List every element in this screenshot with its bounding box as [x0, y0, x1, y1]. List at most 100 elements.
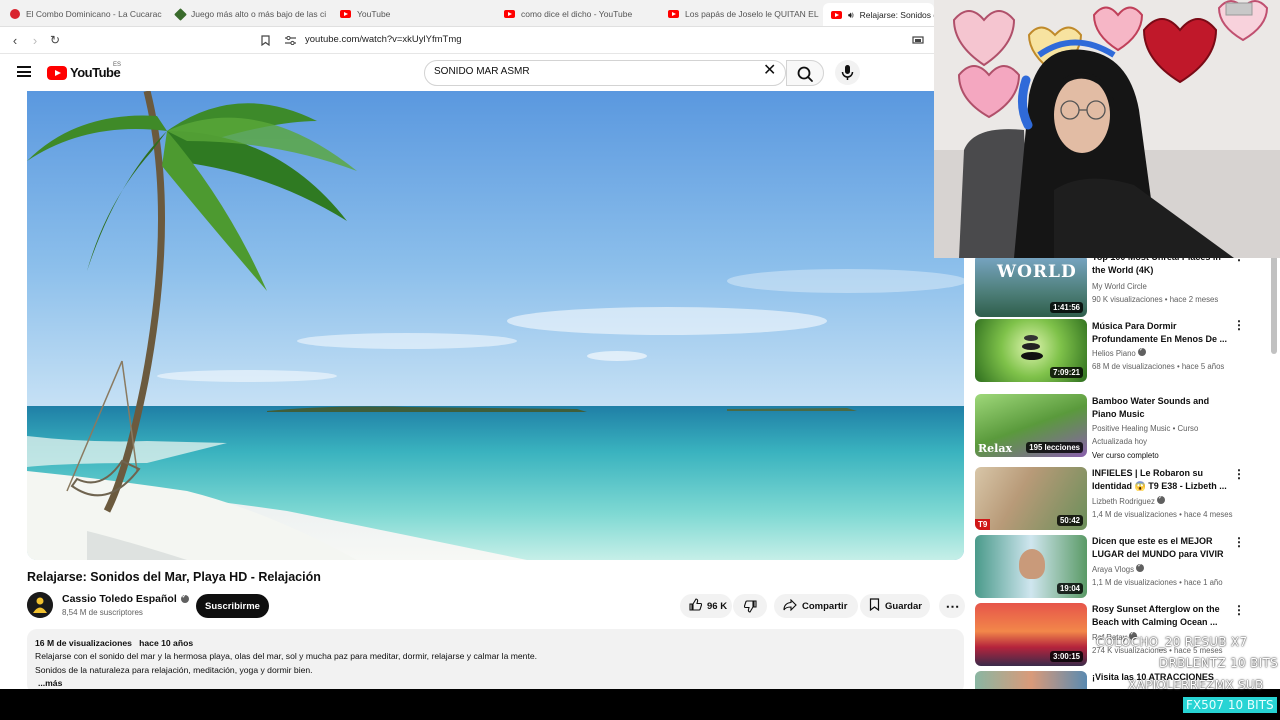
video-thumbnail[interactable]: [975, 671, 1087, 689]
video-duration: 19:04: [1057, 583, 1083, 594]
recommendation-item[interactable]: Relax 195 lecciones Bamboo Water Sounds …: [975, 394, 1255, 460]
thumbs-down-icon: [743, 599, 757, 613]
video-title: Relajarse: Sonidos del Mar, Playa HD - R…: [27, 570, 321, 584]
tab-title: Los papás de Joselo le QUITAN EL DINERO: [685, 9, 820, 19]
channel-avatar[interactable]: [27, 592, 53, 618]
verified-icon: [180, 593, 189, 603]
thumbnail-text: T9: [975, 519, 991, 530]
streamer-webcam-feed: [934, 0, 1280, 258]
video-thumbnail[interactable]: T9 50:42: [975, 467, 1087, 530]
recommendation-channel: Helios Piano: [1092, 346, 1146, 358]
recommendation-meta: Actualizada hoy: [1092, 437, 1148, 446]
recommendation-title: Rosy Sunset Afterglow on the Beach with …: [1092, 604, 1220, 628]
webcam-overlay: [934, 0, 1280, 258]
save-label: Guardar: [885, 600, 922, 612]
video-thumbnail[interactable]: 7:09:21: [975, 319, 1087, 382]
browser-tab-strip: El Combo Dominicano - La Cucaracha Juego…: [0, 0, 934, 27]
save-icon: [869, 598, 880, 614]
cast-icon[interactable]: [908, 31, 928, 49]
tab-title: como dice el dicho - YouTube: [521, 9, 633, 19]
video-player[interactable]: [27, 91, 964, 560]
upload-age: hace 10 años: [139, 638, 194, 648]
stream-event-line: DRBLENTZ 10 BITS: [1159, 656, 1279, 670]
subscriber-count: 8,54 M de suscriptores: [62, 608, 143, 617]
recommendation-item[interactable]: T9 50:42 INFIELES | Le Robaron su Identi…: [975, 467, 1255, 531]
url-field[interactable]: youtube.com/watch?v=xkUylYfmTmg: [305, 34, 462, 45]
search-input[interactable]: [434, 66, 754, 77]
browser-tab-active[interactable]: 🔊︎ Relajarse: Sonidos del Mar: [823, 3, 934, 26]
country-code: ES: [113, 62, 122, 68]
search-button[interactable]: [786, 60, 824, 86]
speaker-icon: 🔊︎: [848, 9, 854, 20]
back-icon[interactable]: ‹: [5, 31, 25, 49]
youtube-icon: [10, 9, 20, 19]
beach-video-frame: [27, 91, 964, 560]
address-bar: ‹ › ↻ youtube.com/watch?v=xkUylYfmTmg: [0, 27, 934, 54]
stream-alert-badge: FX507 10 BITS: [1183, 697, 1277, 713]
stream-bottom-bar: [0, 689, 1280, 720]
view-full-course-link[interactable]: Ver curso completo: [1092, 451, 1159, 460]
browser-tab[interactable]: YouTube: [332, 3, 492, 25]
channel-name-text: Cassio Toledo Español: [62, 593, 177, 605]
forward-icon[interactable]: ›: [25, 31, 45, 49]
thumbs-up-icon: [689, 598, 703, 614]
like-count: 96 K: [707, 600, 728, 612]
video-thumbnail[interactable]: Relax 195 lecciones: [975, 394, 1087, 457]
recommendation-meta: 1,4 M de visualizaciones • hace 4 meses: [1092, 510, 1233, 519]
browser-tab[interactable]: como dice el dicho - YouTube: [496, 3, 656, 25]
browser-tab[interactable]: Los papás de Joselo le QUITAN EL DINERO: [660, 3, 820, 25]
site-info-icon[interactable]: [280, 31, 300, 49]
voice-search-button[interactable]: [835, 60, 860, 85]
tab-title: YouTube: [357, 9, 391, 19]
youtube-header: YouTube ES ✕: [0, 54, 934, 91]
recommendations-list: WORLD 1:41:56 Top 100 Most Unreal Places…: [975, 254, 1255, 689]
recommendation-title: Dicen que este es el MEJOR LUGAR del MUN…: [1092, 536, 1224, 560]
dislike-button[interactable]: [733, 594, 767, 618]
description-line: Sonidos de la naturaleza para relajación…: [35, 664, 313, 675]
menu-icon[interactable]: [17, 66, 31, 77]
bookmark-icon[interactable]: [255, 31, 275, 49]
share-label: Compartir: [802, 600, 848, 612]
youtube-logo[interactable]: YouTube ES: [47, 62, 122, 80]
channel-name[interactable]: Cassio Toledo Español: [62, 593, 189, 605]
recommendation-title: INFIELES | Le Robaron su Identidad 😱 T9 …: [1092, 468, 1227, 492]
reload-icon[interactable]: ↻: [45, 31, 65, 49]
recommendation-meta: 1,1 M de visualizaciones • hace 1 año: [1092, 578, 1223, 587]
verified-icon: [1137, 346, 1146, 356]
youtube-icon: [504, 10, 515, 18]
more-actions-button[interactable]: ⋯: [939, 594, 965, 618]
browser-tab[interactable]: El Combo Dominicano - La Cucaracha: [2, 3, 162, 25]
stream-event-line: XAPIOLERREZMX SUB: [1128, 678, 1264, 692]
youtube-icon: [668, 10, 679, 18]
more-options-icon[interactable]: ⋮: [1233, 319, 1245, 331]
microphone-icon: [841, 65, 854, 80]
person-thumbnail: [1019, 549, 1045, 579]
thumbnail-text: Relax: [978, 442, 1013, 455]
subscribe-button[interactable]: Suscribirme: [196, 594, 269, 618]
stones-icon: [1021, 335, 1043, 365]
recommendation-item[interactable]: WORLD 1:41:56 Top 100 Most Unreal Places…: [975, 254, 1255, 318]
video-thumbnail[interactable]: 19:04: [975, 535, 1087, 598]
more-options-icon[interactable]: ⋮: [1233, 468, 1245, 480]
share-button[interactable]: Compartir: [774, 594, 858, 618]
recommendation-item[interactable]: 7:09:21 Música Para Dormir Profundamente…: [975, 319, 1255, 383]
more-options-icon[interactable]: ⋮: [1233, 536, 1245, 548]
video-duration: 1:41:56: [1050, 302, 1083, 313]
recommendation-item[interactable]: 19:04 Dicen que este es el MEJOR LUGAR d…: [975, 535, 1255, 599]
thumbnail-text: WORLD: [997, 262, 1077, 282]
view-count: 16 M de visualizaciones: [35, 638, 132, 648]
description-box[interactable]: 16 M de visualizaciones hace 10 años Rel…: [27, 629, 964, 694]
video-thumbnail[interactable]: 3:00:15: [975, 603, 1087, 666]
verified-icon: [1157, 494, 1166, 504]
tab-title: Juego más alto o más bajo de las cifras: [191, 9, 326, 19]
more-options-icon[interactable]: ⋮: [1233, 604, 1245, 616]
scrollbar[interactable]: [1271, 254, 1277, 354]
recommendation-channel: My World Circle: [1092, 282, 1147, 291]
like-button[interactable]: 96 K: [680, 594, 732, 618]
clear-search-icon[interactable]: ✕: [763, 63, 776, 79]
save-button[interactable]: Guardar: [860, 594, 930, 618]
browser-tab[interactable]: Juego más alto o más bajo de las cifras: [168, 3, 326, 25]
video-duration: 7:09:21: [1050, 367, 1083, 378]
video-thumbnail[interactable]: WORLD 1:41:56: [975, 254, 1087, 317]
search-box: [424, 60, 786, 86]
